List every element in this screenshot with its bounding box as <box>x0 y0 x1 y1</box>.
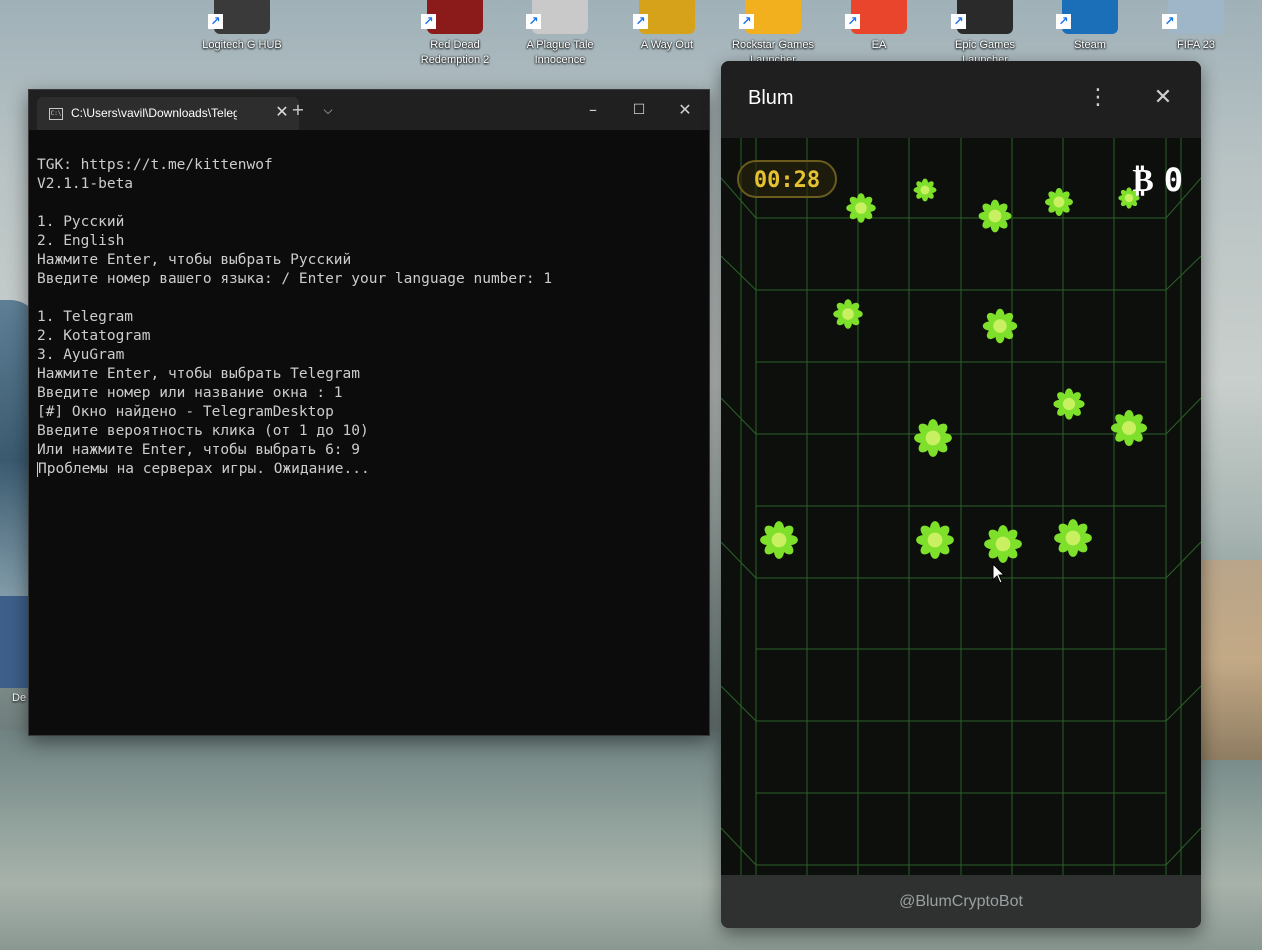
terminal-output[interactable]: TGK: https://t.me/kittenwof V2.1.1-beta 1.… <box>29 130 709 735</box>
clover-flower-icon[interactable] <box>975 196 1015 236</box>
clover-flower-icon[interactable] <box>1107 406 1151 450</box>
blum-footer: @BlumCryptoBot <box>721 875 1201 928</box>
blum-header: Blum ⋮ ✕ <box>721 61 1201 138</box>
terminal-line: [#] Окно найдено - TelegramDesktop <box>37 404 334 420</box>
desktop-side-icon[interactable]: De <box>0 596 28 704</box>
desktop-wallpaper-grass <box>1200 560 1262 760</box>
desktop-icon[interactable]: ↗ A Plague Tale Innocence <box>510 0 610 68</box>
clover-flower-icon[interactable] <box>911 176 939 204</box>
terminal-icon: C:\ <box>49 108 63 120</box>
terminal-tab[interactable]: C:\ C:\Users\vavil\Downloads\Telegram ✕ <box>37 97 299 130</box>
clover-flower-icon[interactable] <box>1050 385 1088 423</box>
desktop-icon-label: Red Dead Redemption 2 <box>420 39 490 66</box>
clover-flower-icon[interactable] <box>830 296 866 332</box>
desktop-icon-label: FIFA 23 <box>1177 39 1215 51</box>
clover-flower-icon[interactable] <box>979 305 1021 347</box>
terminal-line: Нажмите Enter, чтобы выбрать Telegram <box>37 366 361 382</box>
clover-flower-icon[interactable] <box>1042 185 1076 219</box>
game-grid <box>721 138 1201 875</box>
terminal-line: 2. English <box>37 233 125 249</box>
shortcut-arrow-icon: ↗ <box>951 14 966 29</box>
shortcut-arrow-icon: ↗ <box>421 14 436 29</box>
clover-flower-icon[interactable] <box>756 517 802 563</box>
shortcut-arrow-icon: ↗ <box>526 14 541 29</box>
maximize-button[interactable]: ☐ <box>627 100 651 120</box>
clover-flower-icon[interactable] <box>843 190 879 226</box>
desktop-icon-label: Logitech G HUB <box>202 39 282 51</box>
desktop-icon-label: A Plague Tale Innocence <box>526 39 594 66</box>
terminal-line: Или нажмите Enter, чтобы выбрать 6: 9 <box>37 442 361 458</box>
terminal-line: 3. AyuGram <box>37 347 125 363</box>
desktop-icon[interactable]: ↗ A Way Out <box>617 0 717 68</box>
shortcut-arrow-icon: ↗ <box>739 14 754 29</box>
terminal-line: Введите номер вашего языка: / Enter your… <box>37 271 553 287</box>
desktop-icon[interactable]: ↗ Rockstar Games Launcher <box>723 0 823 68</box>
desktop-icon[interactable]: ↗ Epic Games Launcher <box>935 0 1035 68</box>
desktop-icon-label: EA <box>871 39 887 51</box>
terminal-titlebar: C:\ C:\Users\vavil\Downloads\Telegram ✕ … <box>29 90 709 130</box>
mouse-pointer-icon <box>992 563 1006 584</box>
new-tab-button[interactable]: + <box>286 100 310 120</box>
terminal-line: 1. Telegram <box>37 309 134 325</box>
desktop-side-label: De <box>12 692 27 704</box>
desktop-icon-label: Steam <box>1074 39 1106 51</box>
shortcut-arrow-icon: ↗ <box>845 14 860 29</box>
desktop-icon[interactable]: ↗ Logitech G HUB <box>192 0 292 68</box>
terminal-window: C:\ C:\Users\vavil\Downloads\Telegram ✕ … <box>28 89 710 736</box>
clover-flower-icon[interactable] <box>912 517 958 563</box>
desktop-icon[interactable]: ↗ EA <box>829 0 929 68</box>
terminal-line: Введите номер или название окна : 1 <box>37 385 343 401</box>
shortcut-arrow-icon: ↗ <box>1056 14 1071 29</box>
score-value: 0 <box>1163 161 1183 199</box>
blum-window: Blum ⋮ ✕ 00:28 ₿ 0 @BlumCryptoBot <box>721 61 1201 928</box>
game-score: ₿ 0 <box>1132 160 1183 200</box>
clover-flower-icon[interactable] <box>1050 515 1096 561</box>
blum-title: Blum <box>748 87 794 109</box>
clover-flower-icon[interactable] <box>910 415 956 461</box>
blum-points-icon: ₿ <box>1132 161 1154 199</box>
terminal-line: Нажмите Enter, чтобы выбрать Русский <box>37 252 352 268</box>
terminal-line: TGK: https://t.me/kittenwof <box>37 157 273 173</box>
game-timer: 00:28 <box>737 160 837 198</box>
bot-username[interactable]: @BlumCryptoBot <box>899 893 1023 910</box>
minimize-button[interactable]: – <box>581 100 605 120</box>
desktop-icon[interactable]: ↗ FIFA 23 <box>1146 0 1246 68</box>
blum-game-area[interactable]: 00:28 ₿ 0 <box>721 138 1201 875</box>
desktop-icon-label: A Way Out <box>640 39 694 51</box>
terminal-tab-title: C:\Users\vavil\Downloads\Telegram <box>71 106 237 120</box>
more-options-icon[interactable]: ⋮ <box>1087 83 1109 113</box>
terminal-line: Введите вероятность клика (от 1 до 10) <box>37 423 369 439</box>
shortcut-arrow-icon: ↗ <box>633 14 648 29</box>
terminal-line-text: Проблемы на серверах игры. Ожидание... <box>38 461 370 477</box>
desktop-icon[interactable]: ↗ Steam <box>1040 0 1140 68</box>
desktop-icon[interactable]: ↗ Red Dead Redemption 2 <box>405 0 505 68</box>
terminal-line: 1. Русский <box>37 214 125 230</box>
close-button[interactable]: ✕ <box>673 100 697 120</box>
blum-close-icon[interactable]: ✕ <box>1151 83 1175 113</box>
terminal-line: V2.1.1-beta <box>37 176 134 192</box>
tab-dropdown-chevron-icon[interactable]: ⌵ <box>316 100 340 120</box>
shortcut-arrow-icon: ↗ <box>1162 14 1177 29</box>
terminal-line: Проблемы на серверах игры. Ожидание... <box>37 460 701 479</box>
terminal-line: 2. Kotatogram <box>37 328 151 344</box>
shortcut-arrow-icon: ↗ <box>208 14 223 29</box>
clover-flower-icon[interactable] <box>980 521 1026 567</box>
